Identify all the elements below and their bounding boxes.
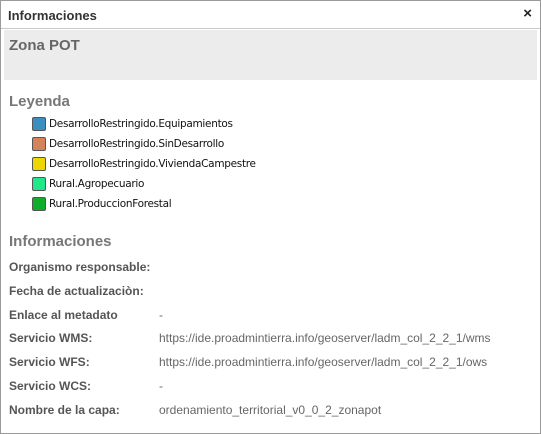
- info-window: Informaciones × Zona POT Leyenda Desarro…: [0, 0, 541, 434]
- info-value: -: [159, 307, 163, 322]
- info-value: ordenamiento_territorial_v0_0_2_zonapot: [159, 402, 382, 417]
- window-title: Informaciones: [8, 8, 97, 23]
- info-row: Enlace al metadato -: [9, 308, 539, 324]
- info-row: Servicio WFS: https://ide.proadmintierra.…: [9, 355, 539, 371]
- info-heading: Informaciones: [9, 233, 112, 250]
- layer-title: Zona POT: [9, 37, 80, 54]
- info-label: Enlace al metadato: [9, 307, 118, 322]
- legend-heading: Leyenda: [9, 93, 70, 110]
- close-icon[interactable]: ×: [523, 5, 532, 22]
- info-label: Nombre de la capa:: [9, 402, 120, 417]
- legend-label: DesarrolloRestringido.ViviendaCampestre: [49, 158, 256, 170]
- info-row: Servicio WMS: https://ide.proadmintierra.…: [9, 331, 539, 347]
- legend-label: Rural.Agropecuario: [49, 178, 145, 190]
- legend-label: DesarrolloRestringido.Equipamientos: [49, 118, 233, 130]
- info-label: Servicio WCS:: [9, 379, 92, 393]
- info-row: Fecha de actualizaciòn:: [9, 284, 539, 300]
- legend-swatch: [32, 177, 46, 191]
- layer-header: Zona POT: [4, 30, 537, 80]
- legend-item: DesarrolloRestringido.SinDesarrollo: [32, 136, 224, 152]
- info-row: Servicio WCS: -: [9, 379, 539, 395]
- info-label: Servicio WMS:: [9, 331, 93, 346]
- title-bar[interactable]: Informaciones ×: [1, 1, 540, 29]
- legend-item: DesarrolloRestringido.ViviendaCampestre: [32, 156, 256, 172]
- info-row: Organismo responsable:: [9, 260, 539, 276]
- info-value: https://ide.proadmintierra.info/geoserve…: [159, 355, 488, 370]
- legend-item: Rural.ProduccionForestal: [32, 196, 172, 212]
- legend-item: Rural.Agropecuario: [32, 176, 144, 192]
- info-row: Nombre de la capa: ordenamiento_territori…: [9, 403, 539, 419]
- legend-swatch: [32, 197, 46, 211]
- info-value: -: [159, 379, 163, 393]
- legend-swatch: [32, 117, 46, 131]
- info-label: Fecha de actualizaciòn:: [9, 283, 144, 298]
- info-label: Servicio WFS:: [9, 355, 90, 370]
- legend-label: Rural.ProduccionForestal: [49, 198, 172, 210]
- legend-swatch: [32, 137, 46, 151]
- info-value: https://ide.proadmintierra.info/geoserve…: [159, 331, 491, 346]
- info-label: Organismo responsable:: [9, 260, 151, 274]
- legend-label: DesarrolloRestringido.SinDesarrollo: [49, 138, 225, 150]
- legend-swatch: [32, 157, 46, 171]
- legend-item: DesarrolloRestringido.Equipamientos: [32, 116, 233, 132]
